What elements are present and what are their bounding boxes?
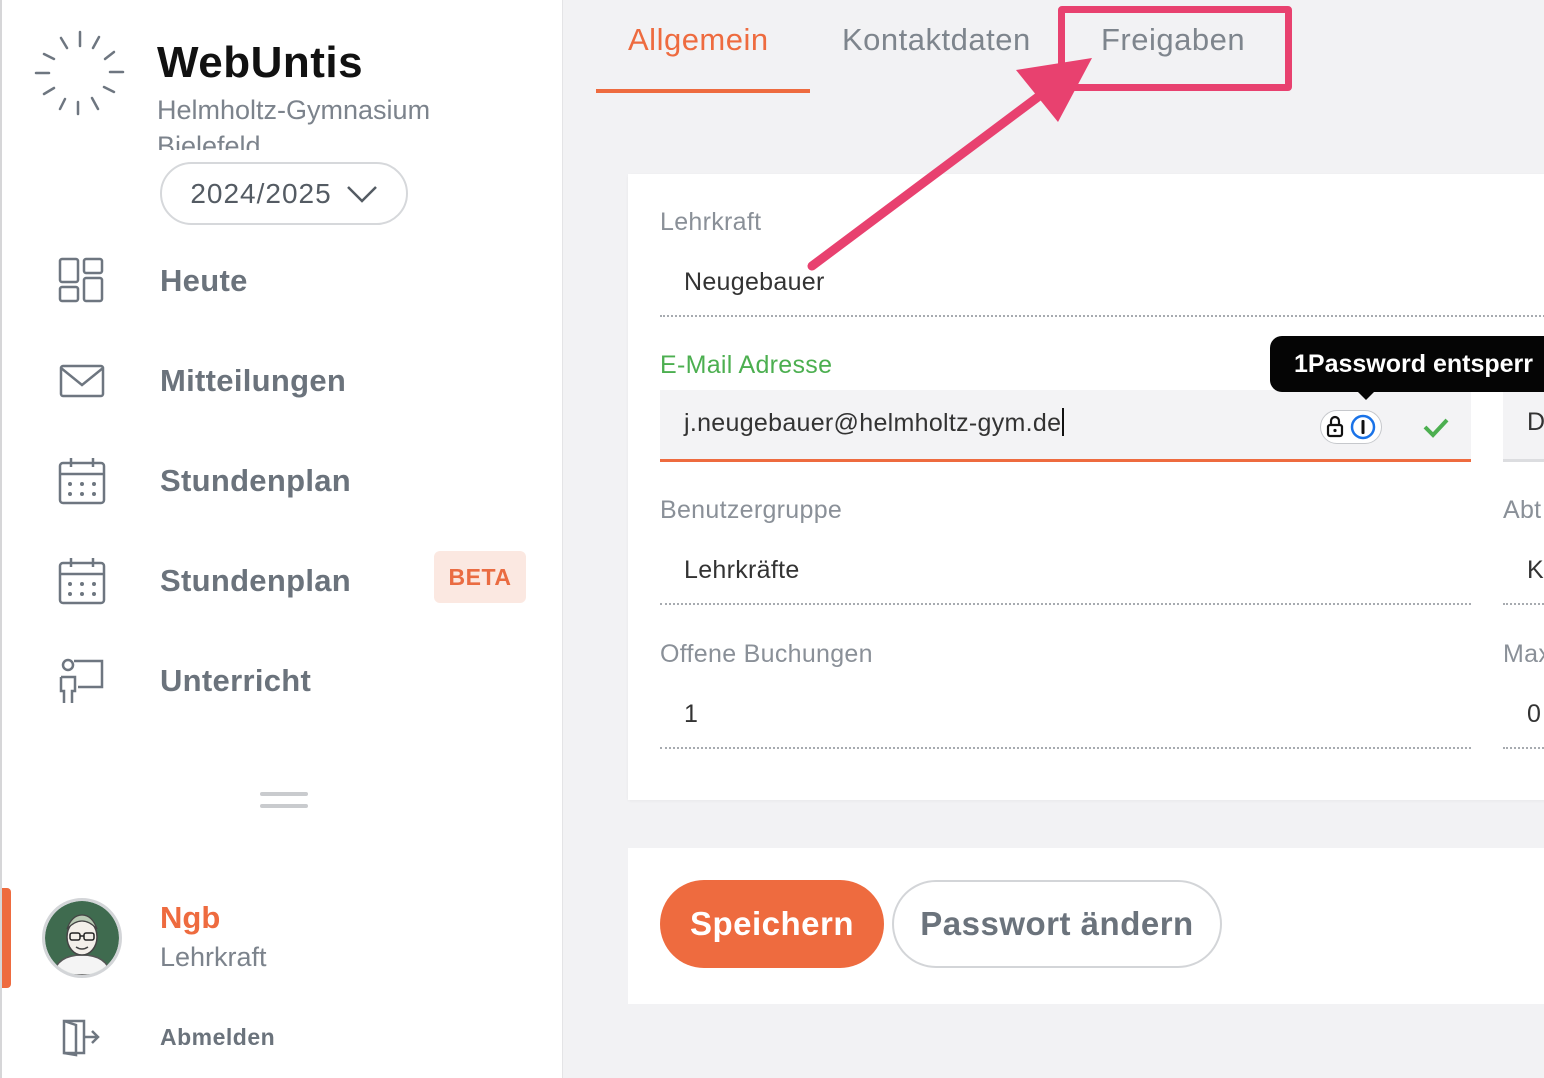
field-divider <box>1503 603 1544 605</box>
sidebar: WebUntis Helmholtz-Gymnasium Bielefeld 2… <box>0 0 563 1078</box>
school-name: Helmholtz-Gymnasium Bielefeld <box>157 95 431 150</box>
email-label: E-Mail Adresse <box>660 351 833 379</box>
nav-item-stundenplan[interactable]: Stundenplan <box>52 446 532 516</box>
calendar-icon <box>52 551 112 611</box>
password-manager-button[interactable] <box>1320 410 1382 444</box>
avatar[interactable] <box>42 898 122 978</box>
password-manager-tooltip: 1Password entsperr <box>1270 336 1544 392</box>
1password-icon <box>1350 414 1376 440</box>
checkmark-icon <box>1423 418 1449 438</box>
field-divider <box>660 747 1471 749</box>
email-value: j.neugebauer@helmholtz-gym.de <box>684 409 1062 437</box>
nav-label: Stundenplan <box>160 563 352 598</box>
lock-icon <box>1326 415 1344 438</box>
group-value: Lehrkräfte <box>684 556 800 584</box>
text-caret <box>1062 408 1065 436</box>
bookings-value: 1 <box>684 700 699 728</box>
profile-form-card: Lehrkraft Neugebauer E-Mail Adresse j.ne… <box>628 174 1544 800</box>
webuntis-logo-icon <box>34 30 125 116</box>
dashboard-icon <box>52 251 112 311</box>
bookings-label: Offene Buchungen <box>660 640 873 668</box>
save-button[interactable]: Speichern <box>660 880 884 968</box>
nav-item-mitteilungen[interactable]: Mitteilungen <box>52 346 532 416</box>
tab-allgemein[interactable]: Allgemein <box>628 22 769 58</box>
nav-label: Unterricht <box>160 663 312 698</box>
action-bar: Speichern Passwort ändern <box>628 848 1544 1004</box>
nav-item-heute[interactable]: Heute <box>52 246 532 316</box>
envelope-icon <box>52 351 112 411</box>
max-label: Max <box>1503 640 1544 668</box>
logout-button[interactable]: Abmelden <box>58 1012 378 1062</box>
user-role: Lehrkraft <box>160 942 267 972</box>
secondary-field[interactable]: D <box>1503 390 1544 462</box>
nav-label: Mitteilungen <box>160 363 347 398</box>
user-name[interactable]: Ngb <box>160 900 220 936</box>
beta-badge: BETA <box>434 551 526 603</box>
active-tab-underline <box>596 89 810 93</box>
active-indicator <box>2 888 11 988</box>
field-divider <box>1503 747 1544 749</box>
department-value: K <box>1527 556 1544 584</box>
annotation-highlight-box <box>1058 6 1292 91</box>
nav-item-stundenplan-beta[interactable]: Stundenplan BETA <box>52 546 532 616</box>
chevron-down-icon <box>346 185 377 203</box>
app-title: WebUntis <box>157 38 364 87</box>
teacher-board-icon <box>52 651 112 711</box>
department-label: Abt <box>1503 496 1542 524</box>
teacher-value: Neugebauer <box>684 268 825 296</box>
secondary-field-value: D <box>1527 408 1544 436</box>
nav-label: Stundenplan <box>160 463 352 498</box>
school-year-value: 2024/2025 <box>190 177 332 209</box>
logout-icon <box>62 1019 100 1057</box>
field-divider <box>660 315 1544 317</box>
tab-kontaktdaten[interactable]: Kontaktdaten <box>842 22 1031 58</box>
nav-label: Heute <box>160 263 248 298</box>
nav-item-unterricht[interactable]: Unterricht <box>52 646 532 716</box>
drag-handle[interactable] <box>260 792 308 814</box>
group-label: Benutzergruppe <box>660 496 843 524</box>
calendar-icon <box>52 451 112 511</box>
max-value: 0 <box>1527 700 1542 728</box>
email-field[interactable]: j.neugebauer@helmholtz-gym.de <box>660 390 1471 462</box>
school-year-select[interactable]: 2024/2025 <box>160 162 408 225</box>
field-divider <box>660 603 1471 605</box>
change-password-button[interactable]: Passwort ändern <box>892 880 1222 968</box>
tooltip-arrow <box>1356 390 1376 400</box>
logout-label: Abmelden <box>160 1023 276 1050</box>
teacher-label: Lehrkraft <box>660 208 762 236</box>
